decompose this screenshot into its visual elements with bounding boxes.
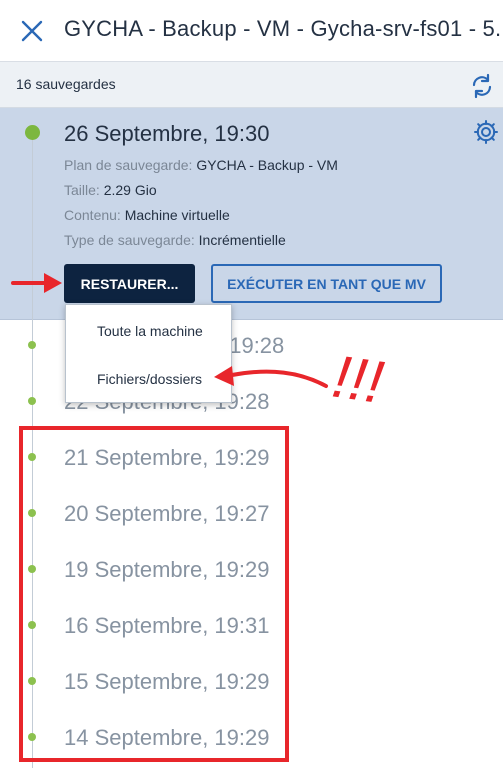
status-dot bbox=[25, 125, 40, 140]
status-dot bbox=[28, 565, 36, 573]
panel-title: GYCHA - Backup - VM - Gycha-srv-fs01 - 5… bbox=[64, 16, 503, 41]
detail-backup-plan: Plan de sauvegarde: GYCHA - Backup - VM bbox=[64, 157, 338, 173]
backup-list-item[interactable]: 15 Septembre, 19:29 bbox=[64, 669, 269, 695]
status-dot bbox=[28, 509, 36, 517]
gear-icon[interactable] bbox=[473, 119, 499, 145]
timeline-line bbox=[32, 140, 33, 320]
status-dot bbox=[28, 677, 36, 685]
timeline-line bbox=[32, 320, 33, 768]
annotation-exclamation: !!! bbox=[329, 343, 388, 416]
backup-list-item[interactable]: 16 Septembre, 19:31 bbox=[64, 613, 269, 639]
backup-count: 16 sauvegardes bbox=[16, 76, 116, 92]
status-dot bbox=[28, 341, 36, 349]
menu-item-files-folders[interactable]: Fichiers/dossiers bbox=[66, 361, 231, 397]
close-icon[interactable] bbox=[18, 17, 46, 45]
status-dot bbox=[28, 397, 36, 405]
refresh-icon[interactable] bbox=[469, 73, 495, 99]
run-as-vm-button[interactable]: EXÉCUTER EN TANT QUE MV bbox=[211, 264, 442, 303]
restore-button[interactable]: RESTAURER... bbox=[64, 264, 195, 303]
backup-list-item[interactable]: 14 Septembre, 19:29 bbox=[64, 725, 269, 751]
backup-count-bar: 16 sauvegardes bbox=[0, 62, 503, 108]
menu-item-entire-machine[interactable]: Toute la machine bbox=[66, 313, 231, 349]
status-dot bbox=[28, 453, 36, 461]
detail-backup-type: Type de sauvegarde: Incrémentielle bbox=[64, 232, 286, 248]
backup-list-item[interactable]: 21 Septembre, 19:29 bbox=[64, 445, 269, 471]
panel-header: GYCHA - Backup - VM - Gycha-srv-fs01 - 5… bbox=[0, 0, 503, 62]
status-dot bbox=[28, 621, 36, 629]
backup-list-item[interactable]: 20 Septembre, 19:27 bbox=[64, 501, 269, 527]
restore-dropdown-menu: Toute la machine Fichiers/dossiers bbox=[65, 304, 232, 403]
annotation-highlight-box bbox=[19, 426, 289, 762]
backup-list-item[interactable]: 19 Septembre, 19:29 bbox=[64, 557, 269, 583]
status-dot bbox=[28, 733, 36, 741]
detail-size: Taille: 2.29 Gio bbox=[64, 182, 157, 198]
detail-content: Contenu: Machine virtuelle bbox=[64, 207, 230, 223]
selected-backup-date: 26 Septembre, 19:30 bbox=[64, 121, 270, 146]
